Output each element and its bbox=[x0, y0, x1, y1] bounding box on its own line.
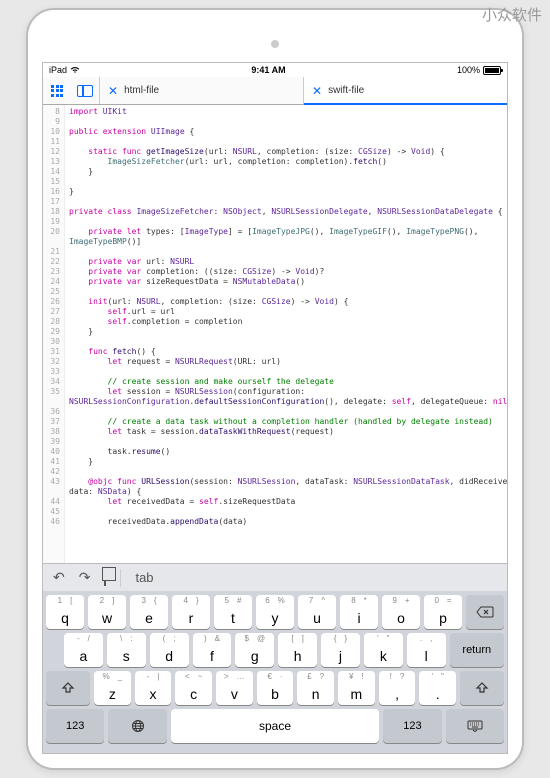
numbers-key[interactable]: 123 bbox=[46, 709, 104, 743]
watermark-text: 小众软件 bbox=[482, 4, 542, 25]
shift-icon bbox=[61, 681, 75, 695]
key-o[interactable]: 9+o bbox=[382, 595, 420, 629]
close-icon[interactable]: ✕ bbox=[312, 84, 322, 98]
copy-icon bbox=[104, 569, 106, 586]
tab-label: html-file bbox=[124, 85, 159, 96]
key-z[interactable]: %_z bbox=[94, 671, 131, 705]
shift-icon bbox=[475, 681, 489, 695]
tab-html-file[interactable]: ✕ html-file bbox=[99, 77, 303, 104]
redo-button[interactable]: ↷ bbox=[79, 569, 91, 586]
keyboard-icon bbox=[467, 720, 483, 732]
key-d[interactable]: (;d bbox=[150, 633, 189, 667]
key-g[interactable]: $@g bbox=[235, 633, 274, 667]
key-j[interactable]: {}j bbox=[321, 633, 360, 667]
undo-button[interactable]: ↶ bbox=[53, 569, 65, 586]
key-k[interactable]: '"k bbox=[364, 633, 403, 667]
grid-icon bbox=[51, 85, 63, 97]
key-t[interactable]: 5#t bbox=[214, 595, 252, 629]
return-key[interactable]: return bbox=[450, 633, 504, 667]
emoji-key[interactable] bbox=[108, 709, 166, 743]
backspace-icon bbox=[476, 606, 494, 618]
key-i[interactable]: 8*i bbox=[340, 595, 378, 629]
camera-dot bbox=[271, 40, 279, 48]
key-c[interactable]: <~c bbox=[175, 671, 212, 705]
key-x[interactable]: -|x bbox=[135, 671, 172, 705]
key-w[interactable]: 2]w bbox=[88, 595, 126, 629]
key-r[interactable]: 4}r bbox=[172, 595, 210, 629]
screen: iPad 9:41 AM 100% ✕html-file✕swift-file … bbox=[42, 62, 508, 754]
clipboard-button[interactable] bbox=[104, 570, 106, 585]
key-comma[interactable]: !?, bbox=[379, 671, 416, 705]
key-b[interactable]: €·b bbox=[257, 671, 294, 705]
backspace-key[interactable] bbox=[466, 595, 504, 629]
line-gutter: 8 9 10 11 12 13 14 15 16 17 18 19 20 21 … bbox=[43, 105, 65, 563]
key-u[interactable]: 7^u bbox=[298, 595, 336, 629]
key-a[interactable]: -/a bbox=[64, 633, 103, 667]
keyboard-shortcut-bar: ↶ ↷ tab bbox=[43, 563, 507, 591]
wifi-icon bbox=[70, 66, 80, 74]
battery-percent: 100% bbox=[457, 65, 480, 75]
clock: 9:41 AM bbox=[251, 65, 285, 75]
key-e[interactable]: 3{e bbox=[130, 595, 168, 629]
toolbar: ✕ html-file ✕ swift-file bbox=[43, 77, 507, 105]
key-v[interactable]: >…v bbox=[216, 671, 253, 705]
key-q[interactable]: 1[q bbox=[46, 595, 84, 629]
onscreen-keyboard: 1[q2]w3{e4}r5#t6%y7^u8*i9+o0=p -/a\:s(;d… bbox=[43, 591, 507, 753]
close-icon[interactable]: ✕ bbox=[108, 84, 118, 98]
apps-grid-button[interactable] bbox=[43, 77, 71, 104]
key-p[interactable]: 0=p bbox=[424, 595, 462, 629]
key-s[interactable]: \:s bbox=[107, 633, 146, 667]
tab-key-button[interactable]: tab bbox=[135, 570, 153, 585]
key-m[interactable]: ¥!m bbox=[338, 671, 375, 705]
numbers-key-right[interactable]: 123 bbox=[383, 709, 441, 743]
globe-icon bbox=[131, 719, 145, 733]
key-n[interactable]: £?n bbox=[297, 671, 334, 705]
shift-key[interactable] bbox=[46, 671, 90, 705]
tab-swift-file[interactable]: ✕ swift-file bbox=[303, 77, 507, 104]
split-view-button[interactable] bbox=[71, 77, 99, 104]
split-icon bbox=[77, 85, 93, 97]
shift-key-right[interactable] bbox=[460, 671, 504, 705]
key-h[interactable]: []h bbox=[278, 633, 317, 667]
key-y[interactable]: 6%y bbox=[256, 595, 294, 629]
code-content[interactable]: import UIKit public extension UIImage { … bbox=[65, 105, 507, 563]
tab-bar: ✕ html-file ✕ swift-file bbox=[99, 77, 507, 104]
device-label: iPad bbox=[49, 65, 67, 75]
code-editor[interactable]: 8 9 10 11 12 13 14 15 16 17 18 19 20 21 … bbox=[43, 105, 507, 563]
ipad-frame: iPad 9:41 AM 100% ✕html-file✕swift-file … bbox=[28, 10, 522, 768]
hide-keyboard-key[interactable] bbox=[446, 709, 504, 743]
tab-label: swift-file bbox=[328, 85, 364, 96]
key-l[interactable]: .,l bbox=[407, 633, 446, 667]
key-f[interactable]: )&f bbox=[193, 633, 232, 667]
space-key[interactable]: space bbox=[171, 709, 379, 743]
status-bar: iPad 9:41 AM 100% bbox=[43, 63, 507, 77]
key-period[interactable]: '". bbox=[419, 671, 456, 705]
battery-icon bbox=[483, 66, 501, 75]
